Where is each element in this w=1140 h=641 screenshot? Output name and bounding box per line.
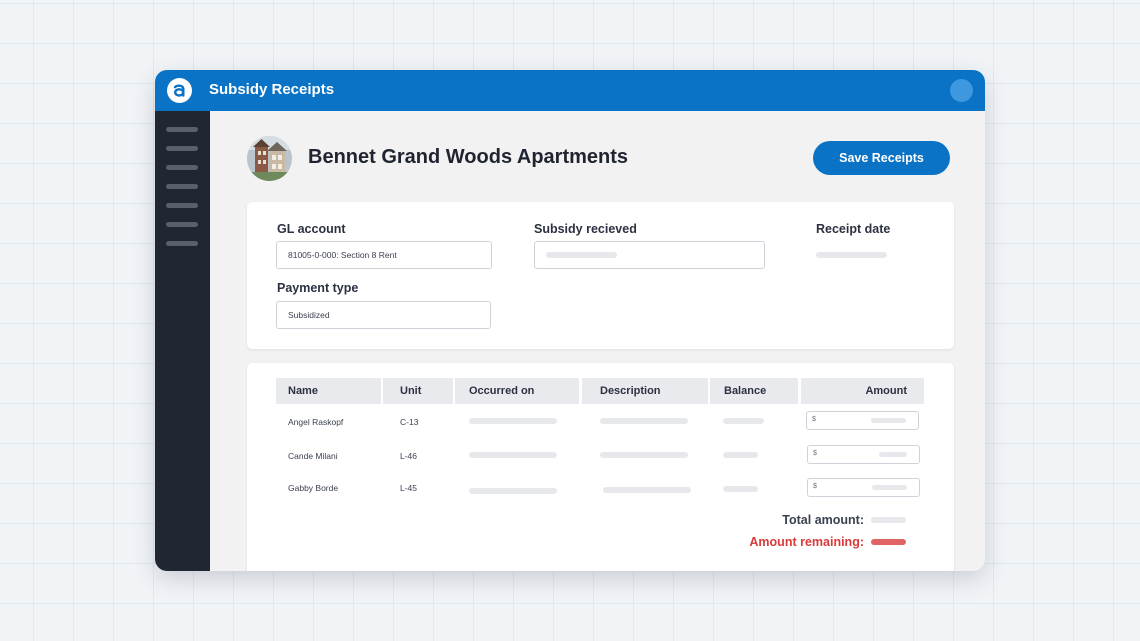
- column-header-balance: Balance: [710, 378, 798, 404]
- payment-type-field[interactable]: Subsidized: [276, 301, 491, 329]
- currency-symbol: $: [812, 416, 816, 423]
- amount-remaining-value: [871, 539, 906, 545]
- row-unit: C-13: [400, 417, 419, 427]
- building-photo-icon: [247, 136, 292, 181]
- row-description: [600, 418, 688, 424]
- currency-symbol: $: [813, 483, 817, 490]
- subsidy-placeholder-bar: [546, 252, 617, 258]
- payment-type-label: Payment type: [277, 281, 359, 295]
- sidebar-item-4[interactable]: [166, 184, 198, 189]
- total-amount-value: [871, 517, 906, 523]
- receipt-date-label: Receipt date: [816, 222, 891, 236]
- receipt-date-value[interactable]: [816, 252, 887, 258]
- subsidy-received-label: Subsidy recieved: [534, 222, 637, 236]
- row-description: [600, 452, 688, 458]
- column-header-occurred-on: Occurred on: [455, 378, 579, 404]
- total-amount-label: Total amount:: [782, 513, 864, 527]
- row-balance: [723, 418, 764, 424]
- row-balance: [723, 486, 758, 492]
- sidebar-item-5[interactable]: [166, 203, 198, 208]
- property-photo: [247, 136, 292, 181]
- row-occurred-on: [469, 488, 557, 494]
- user-avatar[interactable]: [950, 79, 973, 102]
- row-occurred-on: [469, 418, 557, 424]
- amount-placeholder-bar: [871, 418, 906, 423]
- subsidy-received-field[interactable]: [534, 241, 765, 269]
- row-name: Angel Raskopf: [288, 417, 344, 427]
- row-amount-input[interactable]: $: [807, 478, 920, 497]
- sidebar-item-6[interactable]: [166, 222, 198, 227]
- gl-account-label: GL account: [277, 222, 346, 236]
- row-name: Cande Milani: [288, 451, 338, 461]
- save-receipts-button[interactable]: Save Receipts: [813, 141, 950, 175]
- column-header-amount: Amount: [801, 378, 924, 404]
- gl-account-field[interactable]: 81005-0-000: Section 8 Rent: [276, 241, 492, 269]
- row-name: Gabby Borde: [288, 483, 339, 493]
- sidebar-item-2[interactable]: [166, 146, 198, 151]
- row-amount-input[interactable]: $: [807, 445, 920, 464]
- row-description: [603, 487, 691, 493]
- residents-table-card: Name Unit Occurred on Description Balanc…: [247, 363, 954, 571]
- receipt-form-card: GL account 81005-0-000: Section 8 Rent S…: [247, 202, 954, 349]
- amount-placeholder-bar: [872, 485, 907, 490]
- sidebar-item-7[interactable]: [166, 241, 198, 246]
- column-header-unit: Unit: [383, 378, 453, 404]
- app-window: Subsidy Receipts Bennet Grand Woods Apar…: [155, 70, 985, 571]
- currency-symbol: $: [813, 450, 817, 457]
- amount-remaining-label: Amount remaining:: [749, 535, 864, 549]
- row-balance: [723, 452, 758, 458]
- column-header-name: Name: [276, 378, 381, 404]
- title-bar: Subsidy Receipts: [155, 70, 985, 111]
- row-occurred-on: [469, 452, 557, 458]
- app-title: Subsidy Receipts: [209, 81, 335, 98]
- row-amount-input[interactable]: $: [806, 411, 919, 430]
- row-unit: L-46: [400, 451, 418, 461]
- sidebar: [155, 111, 210, 571]
- property-name: Bennet Grand Woods Apartments: [308, 146, 629, 168]
- sidebar-item-1[interactable]: [166, 127, 198, 132]
- logo-glyph-icon: [173, 84, 185, 97]
- column-header-description: Description: [582, 378, 708, 404]
- amount-placeholder-bar: [879, 452, 907, 457]
- app-logo-icon[interactable]: [167, 78, 192, 103]
- row-unit: L-45: [400, 483, 418, 493]
- sidebar-item-3[interactable]: [166, 165, 198, 170]
